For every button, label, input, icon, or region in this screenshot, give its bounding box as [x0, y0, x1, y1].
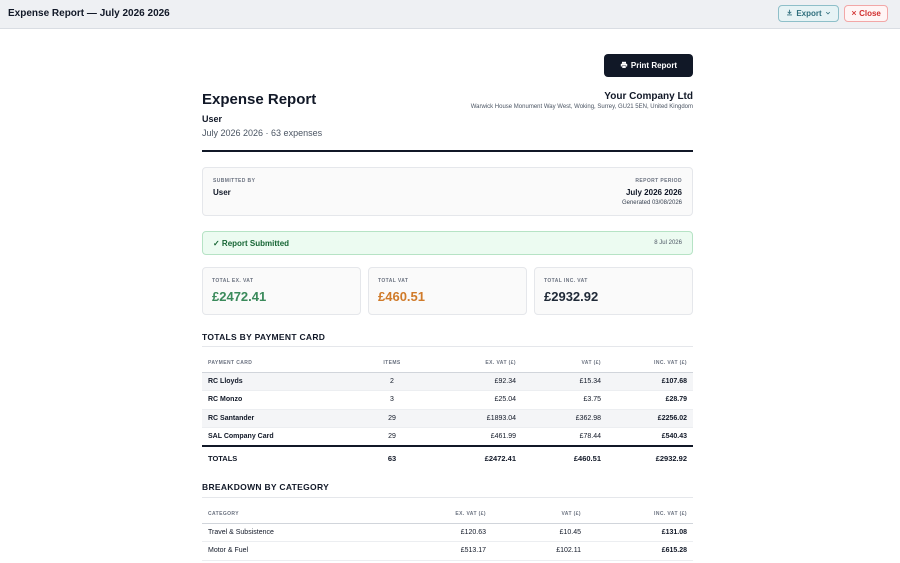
table-row: RC Santander 29 £1893.04 £362.98 £2256.0…	[202, 409, 693, 428]
item-count: 29	[352, 427, 432, 447]
total-items: 63	[352, 445, 432, 470]
report-subtitle: July 2026 2026 · 63 expenses	[202, 128, 323, 138]
header-divider	[202, 150, 693, 152]
vat-amount: £78.44	[522, 427, 607, 447]
inc-vat-amount: £131.08	[587, 523, 693, 542]
table-row: SAL Company Card 29 £461.99 £78.44 £540.…	[202, 427, 693, 447]
total-inc-vat-label: TOTAL INC. VAT	[544, 278, 588, 284]
totals-label: TOTALS	[202, 445, 352, 470]
payment-card-section-title: TOTALS BY PAYMENT CARD	[202, 332, 326, 342]
column-header: INC. VAT (£)	[587, 505, 693, 524]
category-table: CATEGORY EX. VAT (£) VAT (£) INC. VAT (£…	[202, 505, 693, 561]
print-report-label: Print Report	[630, 61, 678, 70]
ex-vat-amount: £92.34	[432, 372, 522, 391]
total-ex-vat-card: TOTAL EX. VAT £2472.41	[202, 267, 361, 315]
report-period-value: July 2026 2026	[625, 188, 682, 197]
item-count: 2	[352, 372, 432, 391]
company-address: Warwick House Monument Way West, Woking,…	[470, 104, 693, 110]
table-header-row: PAYMENT CARD ITEMS EX. VAT (£) VAT (£) I…	[202, 354, 693, 373]
vat-amount: £15.34	[522, 372, 607, 391]
print-report-button[interactable]: Print Report	[604, 54, 693, 77]
table-row: RC Monzo 3 £25.04 £3.75 £28.79	[202, 390, 693, 410]
card-name: RC Monzo	[202, 390, 352, 410]
close-button[interactable]: Close	[844, 5, 888, 22]
total-ex-vat: £2472.41	[432, 445, 522, 470]
export-label: Export	[796, 9, 822, 18]
ex-vat-amount: £513.17	[392, 541, 492, 561]
report-title: Expense Report	[202, 91, 317, 108]
window-title: Expense Report — July 2026 2026	[8, 8, 170, 19]
inc-vat-amount: £615.28	[587, 541, 693, 561]
ex-vat-amount: £461.99	[432, 427, 522, 447]
column-header: EX. VAT (£)	[432, 354, 522, 373]
submitted-by-label: SUBMITTED BY	[213, 178, 256, 184]
total-inc-vat-value: £2932.92	[544, 289, 599, 304]
column-header: VAT (£)	[492, 505, 587, 524]
total-inc-vat-card: TOTAL INC. VAT £2932.92	[534, 267, 693, 315]
chevron-down-icon	[825, 9, 831, 18]
item-count: 3	[352, 390, 432, 410]
payment-card-table: PAYMENT CARD ITEMS EX. VAT (£) VAT (£) I…	[202, 354, 693, 470]
company-name: Your Company Ltd	[604, 91, 693, 102]
inc-vat-amount: £2256.02	[607, 409, 693, 428]
total-vat: £460.51	[522, 445, 607, 470]
status-date: 8 Jul 2026	[654, 240, 682, 246]
card-name: SAL Company Card	[202, 427, 352, 447]
column-header: VAT (£)	[522, 354, 607, 373]
inc-vat-amount: £107.68	[607, 372, 693, 391]
close-icon	[851, 9, 857, 18]
report-info-panel: SUBMITTED BY User REPORT PERIOD July 202…	[202, 167, 693, 216]
category-name: Motor & Fuel	[202, 541, 392, 561]
ex-vat-amount: £25.04	[432, 390, 522, 410]
card-name: RC Santander	[202, 409, 352, 428]
category-section-title: BREAKDOWN BY CATEGORY	[202, 482, 330, 492]
vat-amount: £3.75	[522, 390, 607, 410]
report-user: User	[202, 114, 223, 124]
section-divider	[202, 497, 693, 498]
inc-vat-amount: £28.79	[607, 390, 693, 410]
download-icon	[786, 9, 793, 18]
table-header-row: CATEGORY EX. VAT (£) VAT (£) INC. VAT (£…	[202, 505, 693, 524]
total-ex-vat-label: TOTAL EX. VAT	[212, 278, 254, 284]
column-header: CATEGORY	[202, 505, 392, 524]
close-label: Close	[859, 9, 881, 18]
column-header: INC. VAT (£)	[607, 354, 693, 373]
total-inc-vat: £2932.92	[607, 445, 693, 470]
vat-amount: £362.98	[522, 409, 607, 428]
export-button[interactable]: Export	[778, 5, 839, 22]
section-divider	[202, 346, 693, 347]
status-text: ✓ Report Submitted	[213, 239, 290, 248]
card-name: RC Lloyds	[202, 372, 352, 391]
ex-vat-amount: £120.63	[392, 523, 492, 542]
vat-amount: £10.45	[492, 523, 587, 542]
window-titlebar: Expense Report — July 2026 2026 Export C…	[0, 0, 900, 29]
category-name: Travel & Subsistence	[202, 523, 392, 542]
total-ex-vat-value: £2472.41	[212, 289, 267, 304]
ex-vat-amount: £1893.04	[432, 409, 522, 428]
inc-vat-amount: £540.43	[607, 427, 693, 447]
table-row: RC Lloyds 2 £92.34 £15.34 £107.68	[202, 372, 693, 391]
column-header: ITEMS	[352, 354, 432, 373]
column-header: EX. VAT (£)	[392, 505, 492, 524]
item-count: 29	[352, 409, 432, 428]
status-banner: ✓ Report Submitted 8 Jul 2026	[202, 231, 693, 255]
totals-row: TOTALS 63 £2472.41 £460.51 £2932.92	[202, 445, 693, 470]
table-row: Motor & Fuel £513.17 £102.11 £615.28	[202, 541, 693, 561]
total-vat-label: TOTAL VAT	[378, 278, 409, 284]
generated-date: Generated 03/08/2026	[621, 200, 682, 206]
total-vat-value: £460.51	[378, 289, 425, 304]
report-period-label: REPORT PERIOD	[635, 178, 682, 184]
printer-icon	[620, 61, 628, 71]
table-row: Travel & Subsistence £120.63 £10.45 £131…	[202, 523, 693, 542]
vat-amount: £102.11	[492, 541, 587, 561]
total-vat-card: TOTAL VAT £460.51	[368, 267, 527, 315]
column-header: PAYMENT CARD	[202, 354, 352, 373]
submitted-by-value: User	[213, 188, 231, 197]
